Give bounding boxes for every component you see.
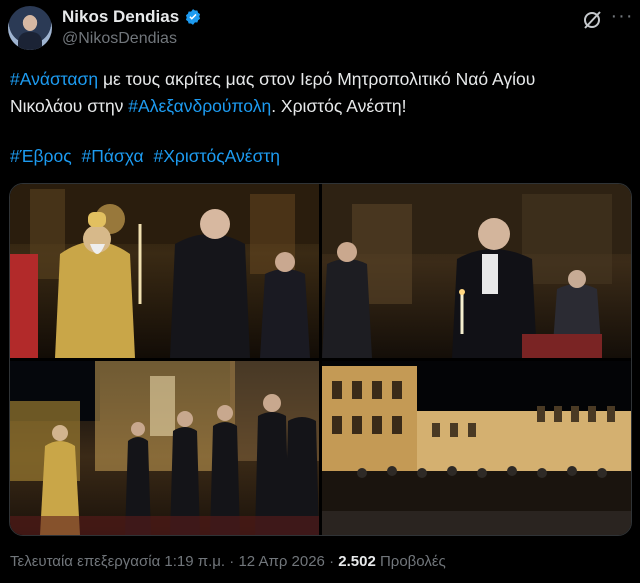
hashtag-link[interactable]: #Έβρος: [10, 146, 72, 166]
hashtag-link[interactable]: #Ανάσταση: [10, 69, 98, 89]
photo-4[interactable]: [322, 361, 631, 535]
tweet-metadata: Τελευταία επεξεργασία 1:19 π.μ. · 12 Απρ…: [10, 553, 446, 570]
author-handle[interactable]: @NikosDendias: [62, 30, 177, 48]
more-icon[interactable]: ···: [610, 6, 634, 30]
hashtag-link[interactable]: #Πάσχα: [82, 146, 144, 166]
tweet-text-segment: με τους ακρίτες μας στον Ιερό Μητροπολιτ…: [98, 69, 536, 89]
hashtag-list: #Έβρος #Πάσχα #ΧριστόςΑνέστη: [10, 146, 285, 167]
tweet-date[interactable]: 12 Απρ 2026: [238, 553, 324, 570]
views-label: Προβολές: [379, 553, 446, 570]
separator: ·: [329, 553, 335, 570]
author-avatar[interactable]: [8, 6, 52, 50]
photo-3[interactable]: [10, 361, 319, 535]
views-count: 2.502: [338, 553, 376, 570]
tweet-text-segment: . Χριστός Ανέστη!: [271, 96, 407, 116]
photo-2[interactable]: [322, 184, 631, 358]
tweet-text-segment: Νικολάου στην: [10, 96, 129, 116]
author-name[interactable]: Nikos Dendias: [62, 7, 179, 27]
edited-timestamp[interactable]: Τελευταία επεξεργασία 1:19 π.μ.: [10, 553, 225, 570]
tweet-text: #Ανάσταση με τους ακρίτες μας στον Ιερό …: [10, 66, 625, 120]
verified-badge-icon: [186, 9, 201, 25]
separator: ·: [229, 553, 235, 570]
grok-icon[interactable]: [580, 8, 604, 32]
author-name-row: Nikos Dendias: [62, 7, 202, 27]
hashtag-link[interactable]: #ΧριστόςΑνέστη: [154, 146, 280, 166]
media-grid: [9, 183, 632, 536]
hashtag-link[interactable]: #Αλεξανδρούπολη: [128, 96, 271, 116]
photo-1[interactable]: [10, 184, 319, 358]
